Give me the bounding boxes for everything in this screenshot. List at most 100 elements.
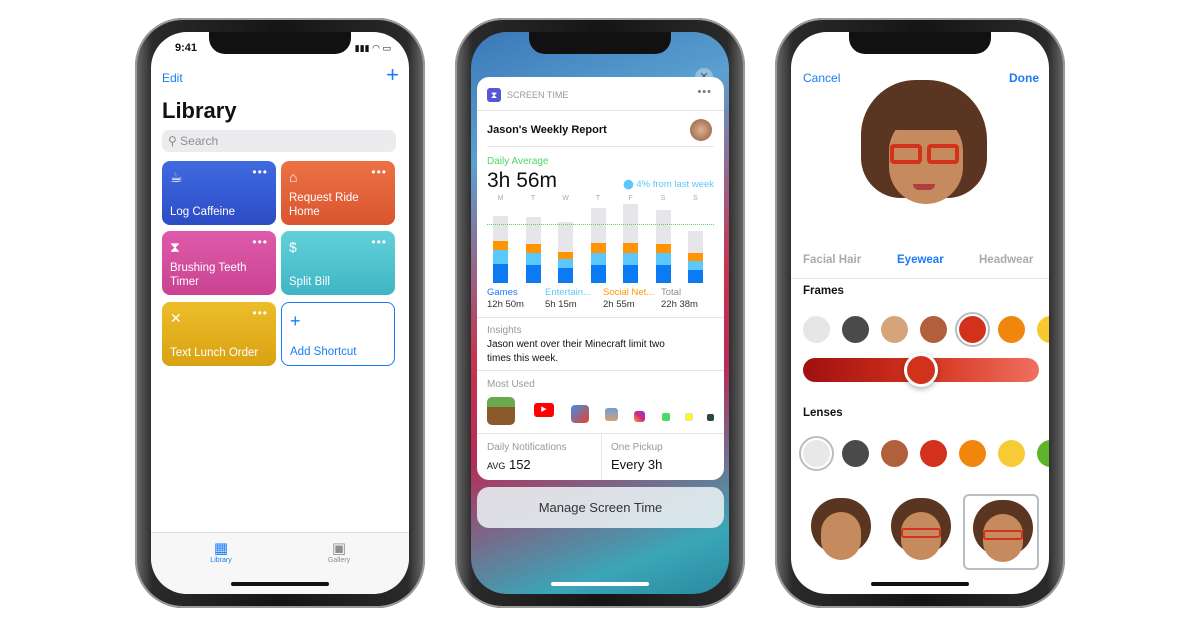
shortcut-log-caffeine[interactable]: ☕ ••• Log Caffeine — [162, 161, 276, 225]
edit-button[interactable]: Edit — [162, 71, 183, 85]
bar-segment — [590, 253, 606, 265]
lens-color-swatch[interactable] — [842, 440, 869, 467]
shortcut-label: Text Lunch Order — [170, 347, 259, 359]
day-label: M — [497, 195, 504, 202]
search-icon: ⚲ — [168, 134, 177, 148]
bar-segment — [590, 208, 606, 243]
shortcut-text-lunch-order[interactable]: ✕ ••• Text Lunch Order — [162, 302, 276, 366]
status-time: 9:41 — [175, 42, 198, 54]
plus-icon[interactable]: + — [386, 64, 399, 86]
shortcut-label: Split Bill — [289, 276, 330, 288]
bar-segment — [493, 241, 508, 250]
arrow-down-circle-icon: ⬤ — [623, 179, 634, 190]
tab-library[interactable]: ▦ Library — [201, 540, 241, 565]
search-input[interactable]: ⚲ Search — [162, 130, 396, 152]
divider — [487, 146, 714, 147]
lens-color-swatch[interactable] — [1037, 440, 1049, 467]
frame-color-swatch[interactable] — [998, 316, 1025, 343]
more-icon[interactable]: ••• — [252, 235, 268, 249]
shortcut-label: Log Caffeine — [170, 206, 236, 218]
status-icons: ▮▮▮ ◠ ▭ — [354, 43, 391, 53]
frame-color-swatch[interactable] — [842, 316, 869, 343]
frame-color-swatch[interactable] — [920, 316, 947, 343]
manage-screen-time-button[interactable]: Manage Screen Time — [477, 487, 724, 528]
eyewear-preset[interactable] — [803, 494, 879, 570]
app-icon[interactable] — [707, 414, 714, 421]
day-label: T — [595, 195, 601, 202]
frame-color-swatch[interactable] — [959, 316, 986, 343]
frame-shade-slider[interactable] — [803, 353, 1039, 387]
day-label: S — [693, 195, 698, 202]
shortcut-split-bill[interactable]: $ ••• Split Bill — [281, 231, 395, 295]
lens-color-swatch[interactable] — [920, 440, 947, 467]
more-icon[interactable]: ••• — [371, 235, 387, 249]
most-used-label: Most Used — [487, 379, 535, 390]
bar-segment — [623, 242, 638, 253]
done-button[interactable]: Done — [1009, 71, 1039, 85]
cancel-button[interactable]: Cancel — [803, 71, 840, 85]
lens-color-swatch[interactable] — [803, 440, 830, 467]
eyewear-preset[interactable] — [963, 494, 1039, 570]
grid-icon: ▦ — [213, 540, 229, 557]
frame-color-swatch[interactable] — [881, 316, 908, 343]
category-tabs: Facial Hair Eyewear Headwear — [791, 254, 1049, 274]
more-icon[interactable]: ••• — [371, 165, 387, 179]
more-icon[interactable]: ••• — [697, 86, 712, 98]
fortnite-icon[interactable] — [605, 408, 618, 421]
frame-color-swatch[interactable] — [1037, 316, 1049, 343]
category-tab[interactable]: Headwear — [979, 254, 1033, 266]
avg-prefix: AVG — [487, 461, 506, 471]
home-indicator — [871, 582, 969, 586]
legend-value: 2h 55m — [603, 299, 635, 310]
add-shortcut-label: Add Shortcut — [290, 346, 357, 358]
legend-label: Entertain... — [545, 287, 591, 298]
app-label: SCREEN TIME — [507, 90, 569, 100]
legend-item: Games 12h 50m — [487, 287, 524, 311]
notch — [209, 32, 351, 54]
bar-segment — [493, 263, 508, 283]
bar-segment — [655, 265, 671, 283]
legend-value: 22h 38m — [661, 299, 698, 310]
bar-segment — [688, 269, 703, 283]
memoji-editor-screen: Cancel Done Facial Hair Eyewear Headwear F… — [791, 32, 1049, 594]
add-shortcut-button[interactable]: + Add Shortcut — [281, 302, 395, 366]
bar-segment — [525, 244, 541, 253]
divider — [791, 278, 1049, 279]
frame-color-swatch[interactable] — [803, 316, 830, 343]
shortcut-brushing-teeth-timer[interactable]: ⧗ ••• Brushing Teeth Timer — [162, 231, 276, 295]
tab-gallery[interactable]: ▣ Gallery — [319, 540, 359, 565]
divider — [601, 433, 602, 480]
lens-color-swatch[interactable] — [881, 440, 908, 467]
instagram-icon[interactable] — [634, 411, 645, 422]
phone-screen-time: ✕ ⧗ SCREEN TIME ••• Jason's Weekly Repor… — [455, 18, 745, 608]
daily-average-value: 3h 56m — [487, 169, 558, 192]
house-icon: ⌂ — [289, 169, 298, 185]
lens-color-swatch[interactable] — [998, 440, 1025, 467]
category-tab[interactable]: Facial Hair — [803, 254, 861, 266]
home-indicator — [231, 582, 329, 586]
coffee-cup-icon: ☕ — [170, 169, 183, 185]
insights-label: Insights — [487, 325, 522, 336]
day-label: W — [562, 195, 569, 202]
youtube-icon[interactable]: ▶ — [534, 403, 554, 417]
more-icon[interactable]: ••• — [252, 165, 268, 179]
legend-item: Entertain... 5h 15m — [545, 287, 591, 311]
more-icon[interactable]: ••• — [252, 306, 268, 320]
glasses — [901, 528, 941, 538]
slider-thumb[interactable] — [904, 353, 938, 387]
eyewear-preset[interactable] — [883, 494, 959, 570]
messages-icon[interactable] — [662, 413, 670, 421]
game-app-icon[interactable] — [571, 405, 589, 423]
bar-segment — [493, 250, 508, 264]
category-tab[interactable]: Eyewear — [897, 254, 944, 266]
divider — [477, 317, 724, 318]
bar-segment — [493, 215, 508, 241]
gallery-icon: ▣ — [331, 540, 347, 557]
report-title: Jason's Weekly Report — [487, 124, 607, 136]
snapchat-icon[interactable] — [685, 413, 693, 421]
lens-color-swatch[interactable] — [959, 440, 986, 467]
lenses-label: Lenses — [803, 407, 843, 419]
minecraft-icon[interactable] — [487, 397, 515, 425]
divider — [477, 110, 724, 111]
shortcut-request-ride-home[interactable]: ⌂ ••• Request Ride Home — [281, 161, 395, 225]
